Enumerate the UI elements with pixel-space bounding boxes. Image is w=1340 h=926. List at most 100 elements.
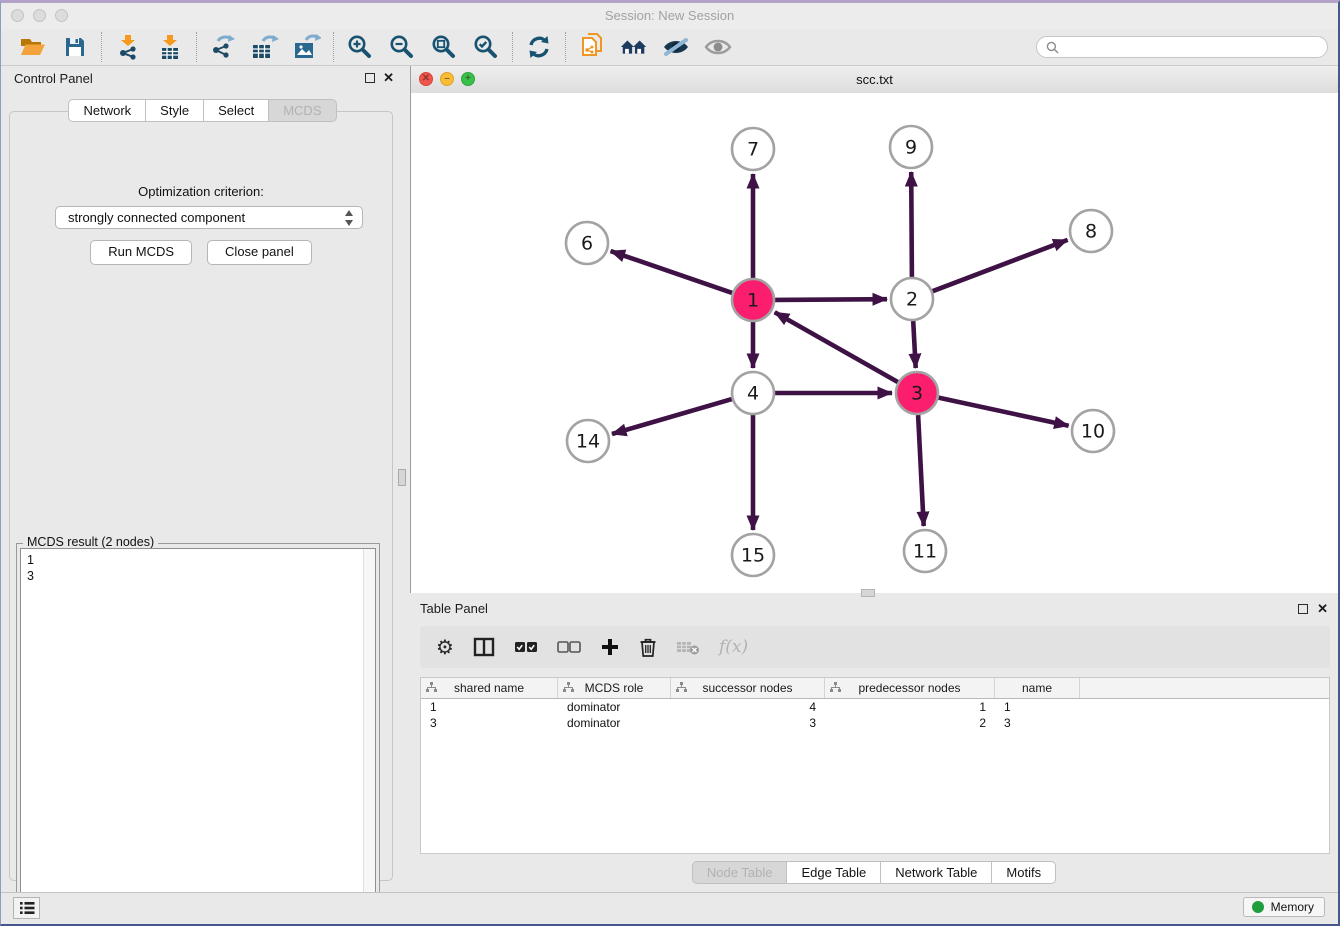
tab-select[interactable]: Select [204, 99, 269, 122]
function-builder-icon[interactable]: f(x) [719, 632, 748, 662]
cell-MCDS-role[interactable]: dominator [558, 716, 671, 730]
memory-status-icon [1252, 901, 1264, 913]
show-all-eye-icon[interactable] [703, 32, 733, 62]
graph-node-8[interactable]: 8 [1070, 210, 1112, 252]
graph-edge-1-2[interactable] [775, 299, 887, 300]
control-panel-tabs: NetworkStyleSelectMCDS [1, 99, 404, 122]
list-icon [19, 901, 35, 915]
graph-node-1[interactable]: 1 [732, 279, 774, 321]
cell-name[interactable]: 3 [995, 716, 1080, 730]
close-panel-button[interactable]: Close panel [207, 240, 312, 265]
tab-mcds[interactable]: MCDS [269, 99, 336, 122]
cell-successor-nodes[interactable]: 4 [671, 700, 825, 714]
graph-edge-2-8[interactable] [933, 240, 1068, 291]
float-table-panel-icon[interactable] [1298, 604, 1308, 614]
network-close-button[interactable]: ✕ [419, 72, 433, 86]
graph-edge-2-9[interactable] [911, 172, 912, 277]
column-header-name[interactable]: name [995, 678, 1080, 698]
column-header-predecessor-nodes[interactable]: predecessor nodes [825, 678, 995, 698]
export-table-icon[interactable] [250, 32, 280, 62]
graph-node-11[interactable]: 11 [904, 530, 946, 572]
tab-node-table[interactable]: Node Table [692, 861, 788, 884]
network-view-window: ✕ – + scc.txt 7968124314101511 [410, 66, 1338, 593]
show-columns-icon[interactable] [473, 632, 495, 662]
column-header-shared-name[interactable]: shared name [421, 678, 558, 698]
network-minimize-button[interactable]: – [440, 72, 454, 86]
table-header-row: shared nameMCDS rolesuccessor nodesprede… [421, 678, 1329, 699]
close-window-button[interactable] [11, 9, 24, 22]
deselect-all-rows-icon[interactable] [557, 632, 581, 662]
minimize-window-button[interactable] [33, 9, 46, 22]
open-session-icon[interactable] [18, 32, 48, 62]
export-network-icon[interactable] [208, 32, 238, 62]
network-canvas[interactable]: 7 9 6 8 1 2 4 3 14 10 15 11 [411, 93, 1338, 593]
graph-edge-2-3[interactable] [913, 321, 916, 368]
graph-node-4[interactable]: 4 [732, 372, 774, 414]
graph-edge-3-10[interactable] [939, 398, 1069, 426]
table-row[interactable]: 1dominator411 [421, 699, 1329, 715]
zoom-selected-icon[interactable] [471, 32, 501, 62]
graph-edge-1-6[interactable] [611, 251, 733, 293]
hide-selected-eye-icon[interactable] [661, 32, 691, 62]
close-table-panel-icon[interactable]: ✕ [1317, 603, 1328, 615]
cell-name[interactable]: 1 [995, 700, 1080, 714]
task-history-button[interactable] [13, 897, 40, 919]
float-panel-icon[interactable] [365, 73, 375, 83]
cell-MCDS-role[interactable]: dominator [558, 700, 671, 714]
tab-style[interactable]: Style [146, 99, 204, 122]
export-image-icon[interactable] [292, 32, 322, 62]
cell-predecessor-nodes[interactable]: 1 [825, 700, 995, 714]
zoom-window-button[interactable] [55, 9, 68, 22]
tab-edge-table[interactable]: Edge Table [787, 861, 881, 884]
horizontal-splitter-handle[interactable] [861, 589, 875, 597]
memory-button[interactable]: Memory [1243, 897, 1325, 917]
column-header-MCDS-role[interactable]: MCDS role [558, 678, 671, 698]
svg-text:6: 6 [581, 233, 593, 255]
graph-node-10[interactable]: 10 [1072, 410, 1114, 452]
tab-motifs[interactable]: Motifs [992, 861, 1056, 884]
graph-node-3[interactable]: 3 [896, 372, 938, 414]
tab-network[interactable]: Network [68, 99, 146, 122]
graph-node-2[interactable]: 2 [891, 278, 933, 320]
delete-table-icon[interactable] [676, 632, 700, 662]
close-panel-icon[interactable]: ✕ [383, 72, 394, 84]
result-scrollbar[interactable] [363, 549, 375, 918]
refresh-icon[interactable] [524, 32, 554, 62]
graph-node-9[interactable]: 9 [890, 126, 932, 168]
select-all-rows-icon[interactable] [514, 632, 538, 662]
home-icon[interactable] [619, 32, 649, 62]
zoom-out-icon[interactable] [387, 32, 417, 62]
tab-network-table[interactable]: Network Table [881, 861, 992, 884]
table-settings-gear-icon[interactable]: ⚙ [436, 632, 454, 662]
graph-node-15[interactable]: 15 [732, 534, 774, 576]
vertical-splitter-handle[interactable] [398, 469, 406, 486]
save-session-icon[interactable] [60, 32, 90, 62]
cell-successor-nodes[interactable]: 3 [671, 716, 825, 730]
import-table-icon[interactable] [155, 32, 185, 62]
import-network-icon[interactable] [113, 32, 143, 62]
graph-edge-4-14[interactable] [612, 399, 732, 434]
run-mcds-button[interactable]: Run MCDS [90, 240, 192, 265]
zoom-in-icon[interactable] [345, 32, 375, 62]
node-table: shared nameMCDS rolesuccessor nodesprede… [420, 677, 1330, 854]
column-header-successor-nodes[interactable]: successor nodes [671, 678, 825, 698]
network-maximize-button[interactable]: + [461, 72, 475, 86]
clone-network-icon[interactable] [577, 32, 607, 62]
graph-edge-3-11[interactable] [918, 415, 924, 526]
graph-edge-3-1[interactable] [775, 312, 898, 382]
table-row[interactable]: 3dominator323 [421, 715, 1329, 731]
graph-node-14[interactable]: 14 [567, 420, 609, 462]
zoom-fit-icon[interactable] [429, 32, 459, 62]
cell-shared-name[interactable]: 1 [421, 700, 558, 714]
criterion-dropdown[interactable]: strongly connected component [55, 206, 363, 229]
graph-node-7[interactable]: 7 [732, 128, 774, 170]
graph-node-6[interactable]: 6 [566, 222, 608, 264]
search-box[interactable] [1036, 36, 1328, 58]
add-column-icon[interactable] [600, 632, 620, 662]
cell-shared-name[interactable]: 3 [421, 716, 558, 730]
main-toolbar [1, 29, 1338, 66]
cell-predecessor-nodes[interactable]: 2 [825, 716, 995, 730]
search-input[interactable] [1065, 39, 1318, 55]
delete-column-trash-icon[interactable] [639, 632, 657, 662]
svg-text:15: 15 [741, 545, 765, 567]
